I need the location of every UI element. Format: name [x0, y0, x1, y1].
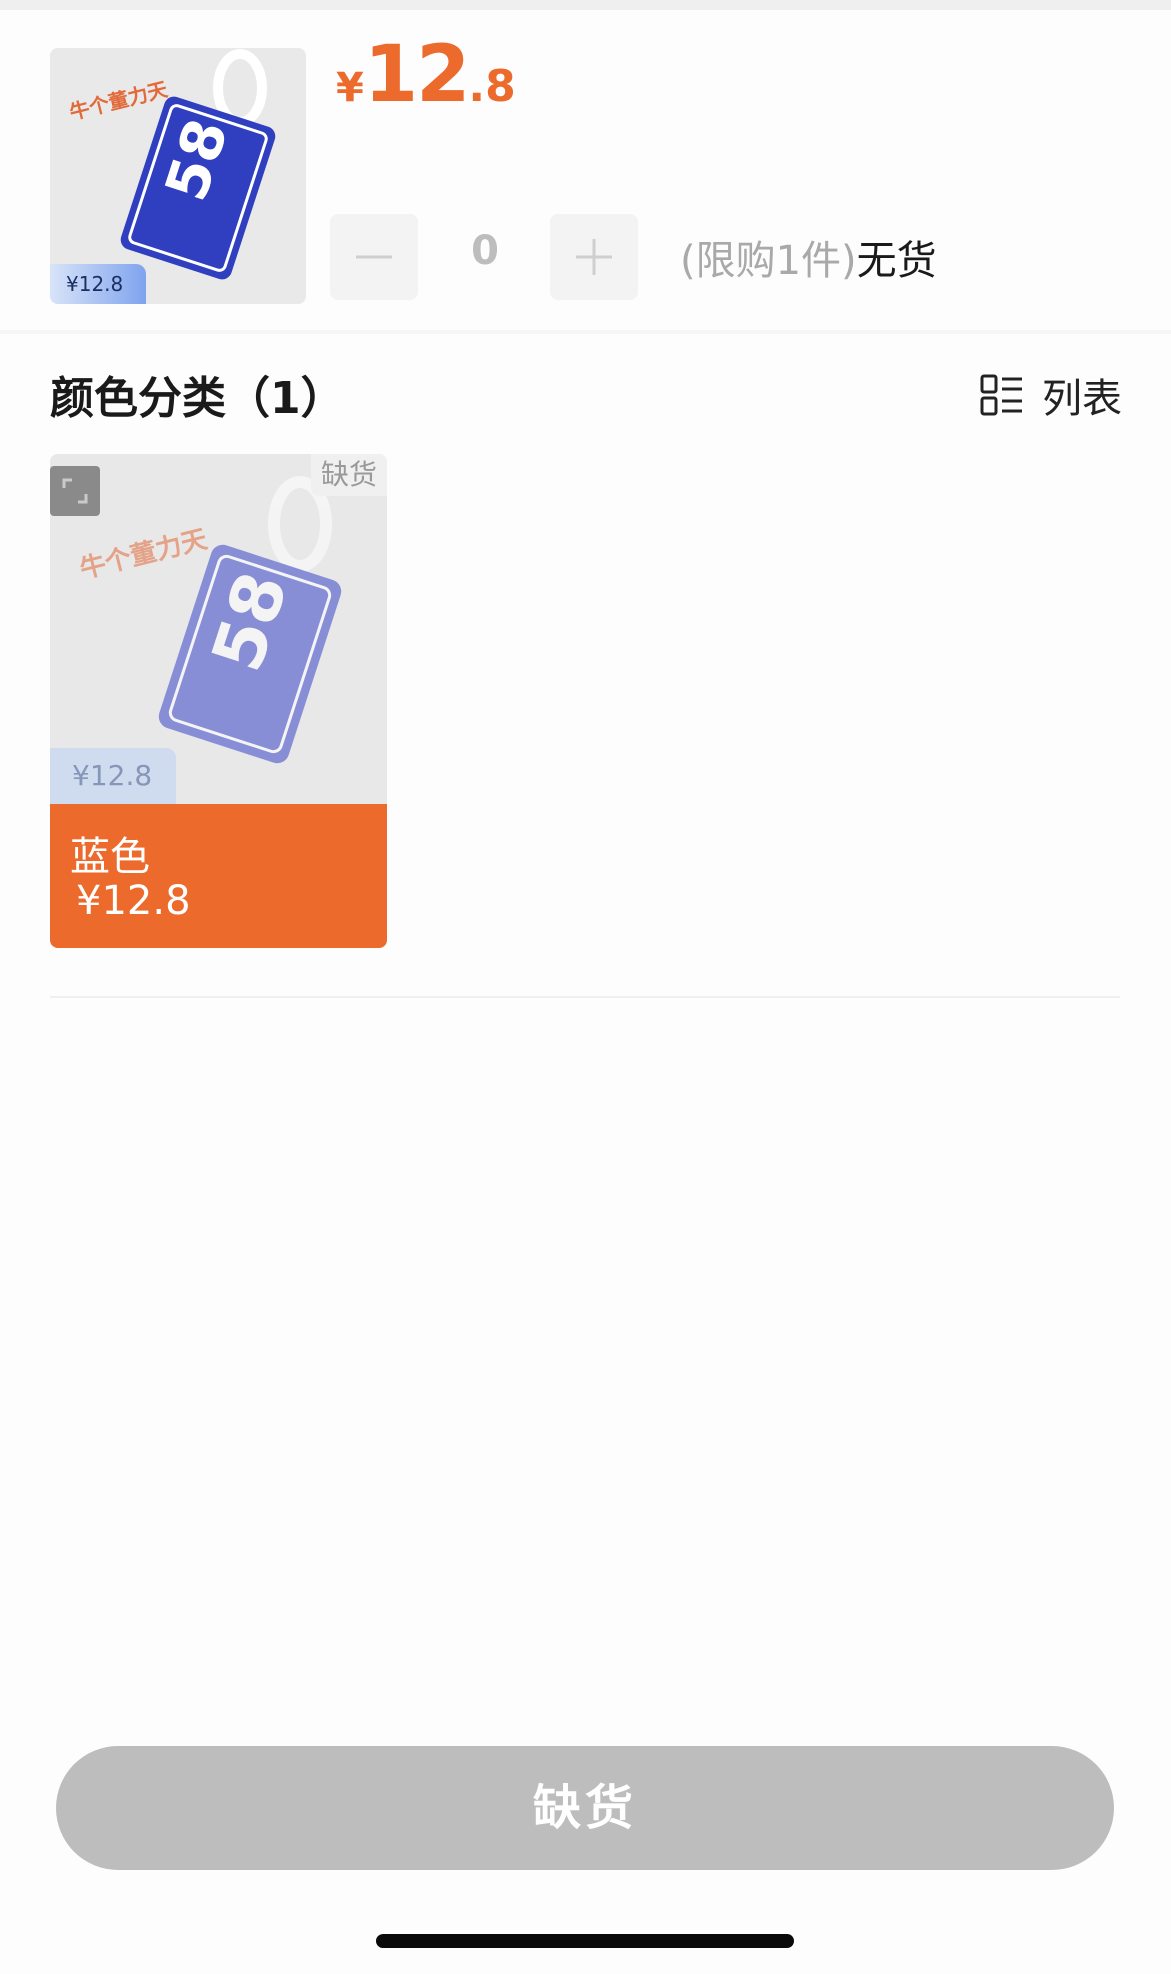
limit-text: (限购1件) [680, 238, 857, 284]
sku-name: 蓝色 [70, 834, 150, 880]
section-divider [0, 330, 1171, 334]
sku-image: 58 牛个董力天 缺货 ¥12.8 [50, 454, 387, 804]
thumbnail-price-badge: ¥12.8 [50, 264, 146, 304]
price-integer: 12 [363, 30, 471, 120]
selected-price: ¥12.8 [336, 30, 516, 120]
top-strip [0, 0, 1171, 10]
price-decimal: .8 [468, 61, 516, 112]
section-title: 颜色分类（1） [50, 373, 345, 424]
plus-icon [576, 239, 612, 275]
content-divider [50, 996, 1120, 998]
sku-image-price-badge: ¥12.8 [50, 748, 176, 804]
list-view-label: 列表 [1042, 376, 1122, 422]
list-view-icon [980, 374, 1022, 416]
increase-quantity-button[interactable] [550, 214, 638, 300]
quantity-value: 0 [471, 228, 499, 274]
minus-icon [356, 255, 392, 259]
sku-info: 蓝色 ¥12.8 [50, 804, 387, 948]
brand-text: 牛个董力天 [77, 524, 210, 585]
home-indicator [376, 1934, 794, 1948]
sku-card[interactable]: 58 牛个董力天 缺货 ¥12.8 蓝色 ¥12.8 [50, 454, 387, 948]
purchase-limit: (限购1件)无货 [680, 228, 937, 286]
expand-icon[interactable] [50, 466, 100, 516]
sku-price: ¥12.8 [76, 878, 191, 924]
out-of-stock-button[interactable]: 缺货 [56, 1746, 1114, 1870]
currency-symbol: ¥ [336, 65, 364, 111]
decrease-quantity-button[interactable] [330, 214, 418, 300]
list-view-toggle[interactable]: 列表 [980, 366, 1122, 424]
out-of-stock-tag: 缺货 [311, 454, 387, 496]
stock-status: 无货 [856, 238, 937, 284]
product-thumbnail[interactable]: 58 牛个董力天 ¥12.8 [50, 48, 306, 304]
